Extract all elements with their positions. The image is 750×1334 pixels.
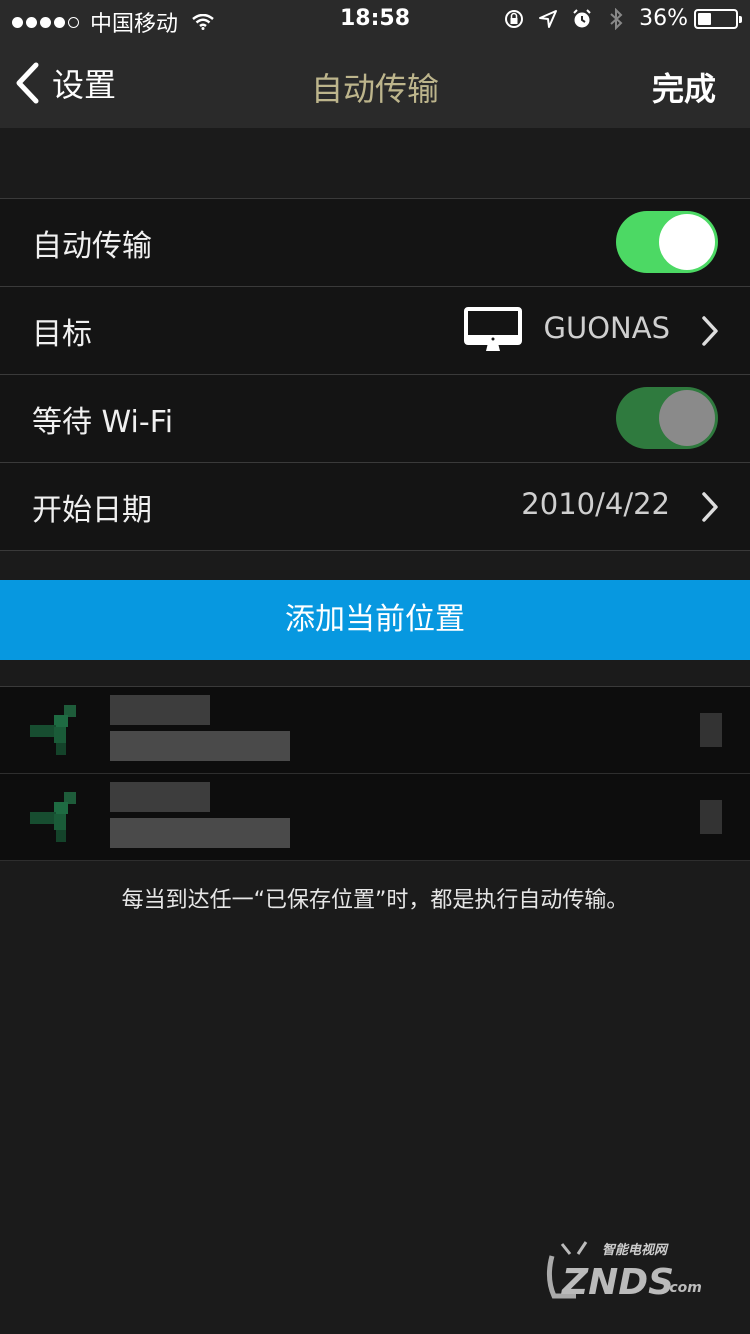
setting-row-target[interactable]: 目标 GUONAS: [0, 287, 750, 375]
znds-watermark-logo: 智能电视网 ZNDS .com: [546, 1241, 702, 1303]
chevron-right-icon: [702, 316, 718, 346]
setting-row-auto-transfer: 自动传输: [0, 199, 750, 287]
status-bar: 中国移动 18:58 36%: [0, 0, 750, 40]
location-icon: [539, 9, 558, 28]
chevron-right-icon: [700, 800, 722, 834]
alarm-icon: [573, 8, 591, 27]
toggle-knob: [659, 214, 715, 270]
battery-icon: [694, 8, 742, 29]
footer-note: 每当到达任一“已保存位置”时，都是执行自动传输。: [121, 888, 629, 913]
setting-label: 等待 Wi-Fi: [32, 405, 174, 440]
wait-wifi-toggle[interactable]: [616, 387, 718, 449]
place-address-blurred: [110, 731, 290, 761]
saved-place-row[interactable]: [0, 687, 750, 774]
status-right: 36%: [503, 6, 742, 31]
done-button[interactable]: 完成: [652, 64, 716, 110]
location-arrow-icon: [30, 705, 76, 755]
location-arrow-icon: [30, 792, 76, 842]
toggle-knob: [659, 390, 715, 446]
svg-text:.com: .com: [664, 1280, 702, 1296]
bluetooth-icon: [610, 7, 623, 30]
auto-transfer-toggle[interactable]: [616, 211, 718, 273]
battery-fill: [698, 12, 711, 25]
setting-label: 开始日期: [32, 493, 152, 528]
rotation-lock-icon: [505, 9, 524, 28]
chevron-right-icon: [702, 492, 718, 522]
setting-row-wait-wifi: 等待 Wi-Fi: [0, 375, 750, 463]
setting-row-start-date[interactable]: 开始日期 2010/4/22: [0, 463, 750, 551]
monitor-icon: [464, 307, 522, 351]
battery-percent: 36%: [639, 6, 688, 31]
svg-text:智能电视网: 智能电视网: [602, 1242, 669, 1258]
target-value: GUONAS: [543, 311, 670, 345]
place-name-blurred: [110, 695, 210, 725]
battery-cap: [739, 15, 742, 23]
place-address-blurred: [110, 818, 290, 848]
setting-label: 自动传输: [32, 229, 152, 264]
place-name-blurred: [110, 782, 210, 812]
setting-label: 目标: [32, 317, 92, 352]
saved-places-list: [0, 686, 750, 861]
chevron-right-icon: [700, 713, 722, 747]
add-current-location-button[interactable]: 添加当前位置: [0, 580, 750, 660]
start-date-value: 2010/4/22: [521, 487, 670, 521]
saved-place-row[interactable]: [0, 774, 750, 861]
svg-text:ZNDS: ZNDS: [561, 1262, 674, 1303]
settings-group: 自动传输 目标 GUONAS 等待 Wi-Fi 开始日期 2010/4/22: [0, 198, 750, 551]
navigation-bar: 设置 自动传输 完成: [0, 40, 750, 128]
page-title: 自动传输: [310, 70, 439, 108]
